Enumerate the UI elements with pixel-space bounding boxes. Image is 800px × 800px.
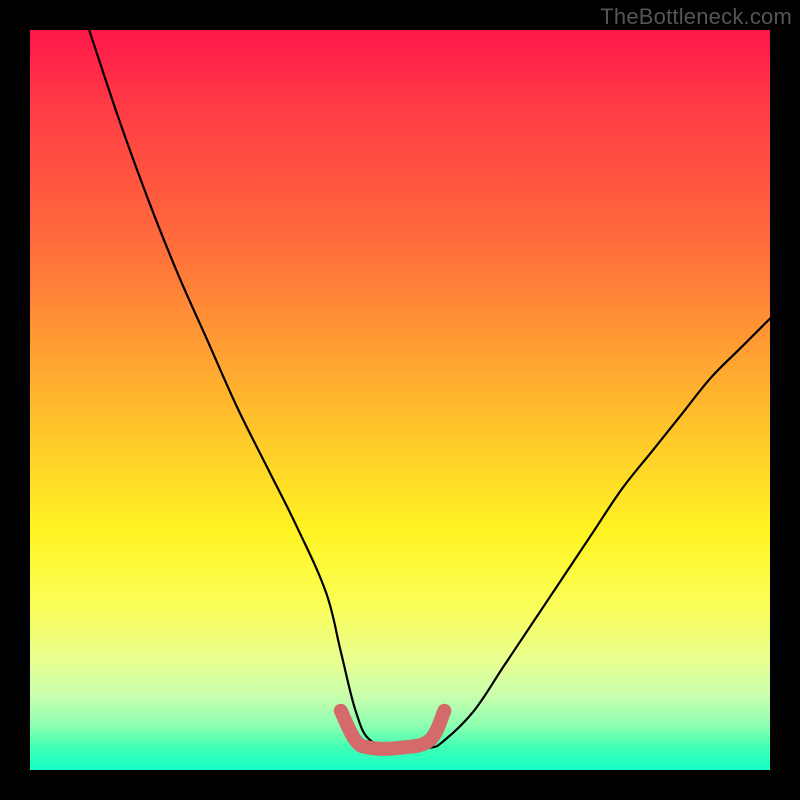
- curve-svg: [30, 30, 770, 770]
- bottleneck-curve: [89, 30, 770, 749]
- watermark-text: TheBottleneck.com: [600, 4, 792, 30]
- plot-area: [30, 30, 770, 770]
- chart-container: TheBottleneck.com: [0, 0, 800, 800]
